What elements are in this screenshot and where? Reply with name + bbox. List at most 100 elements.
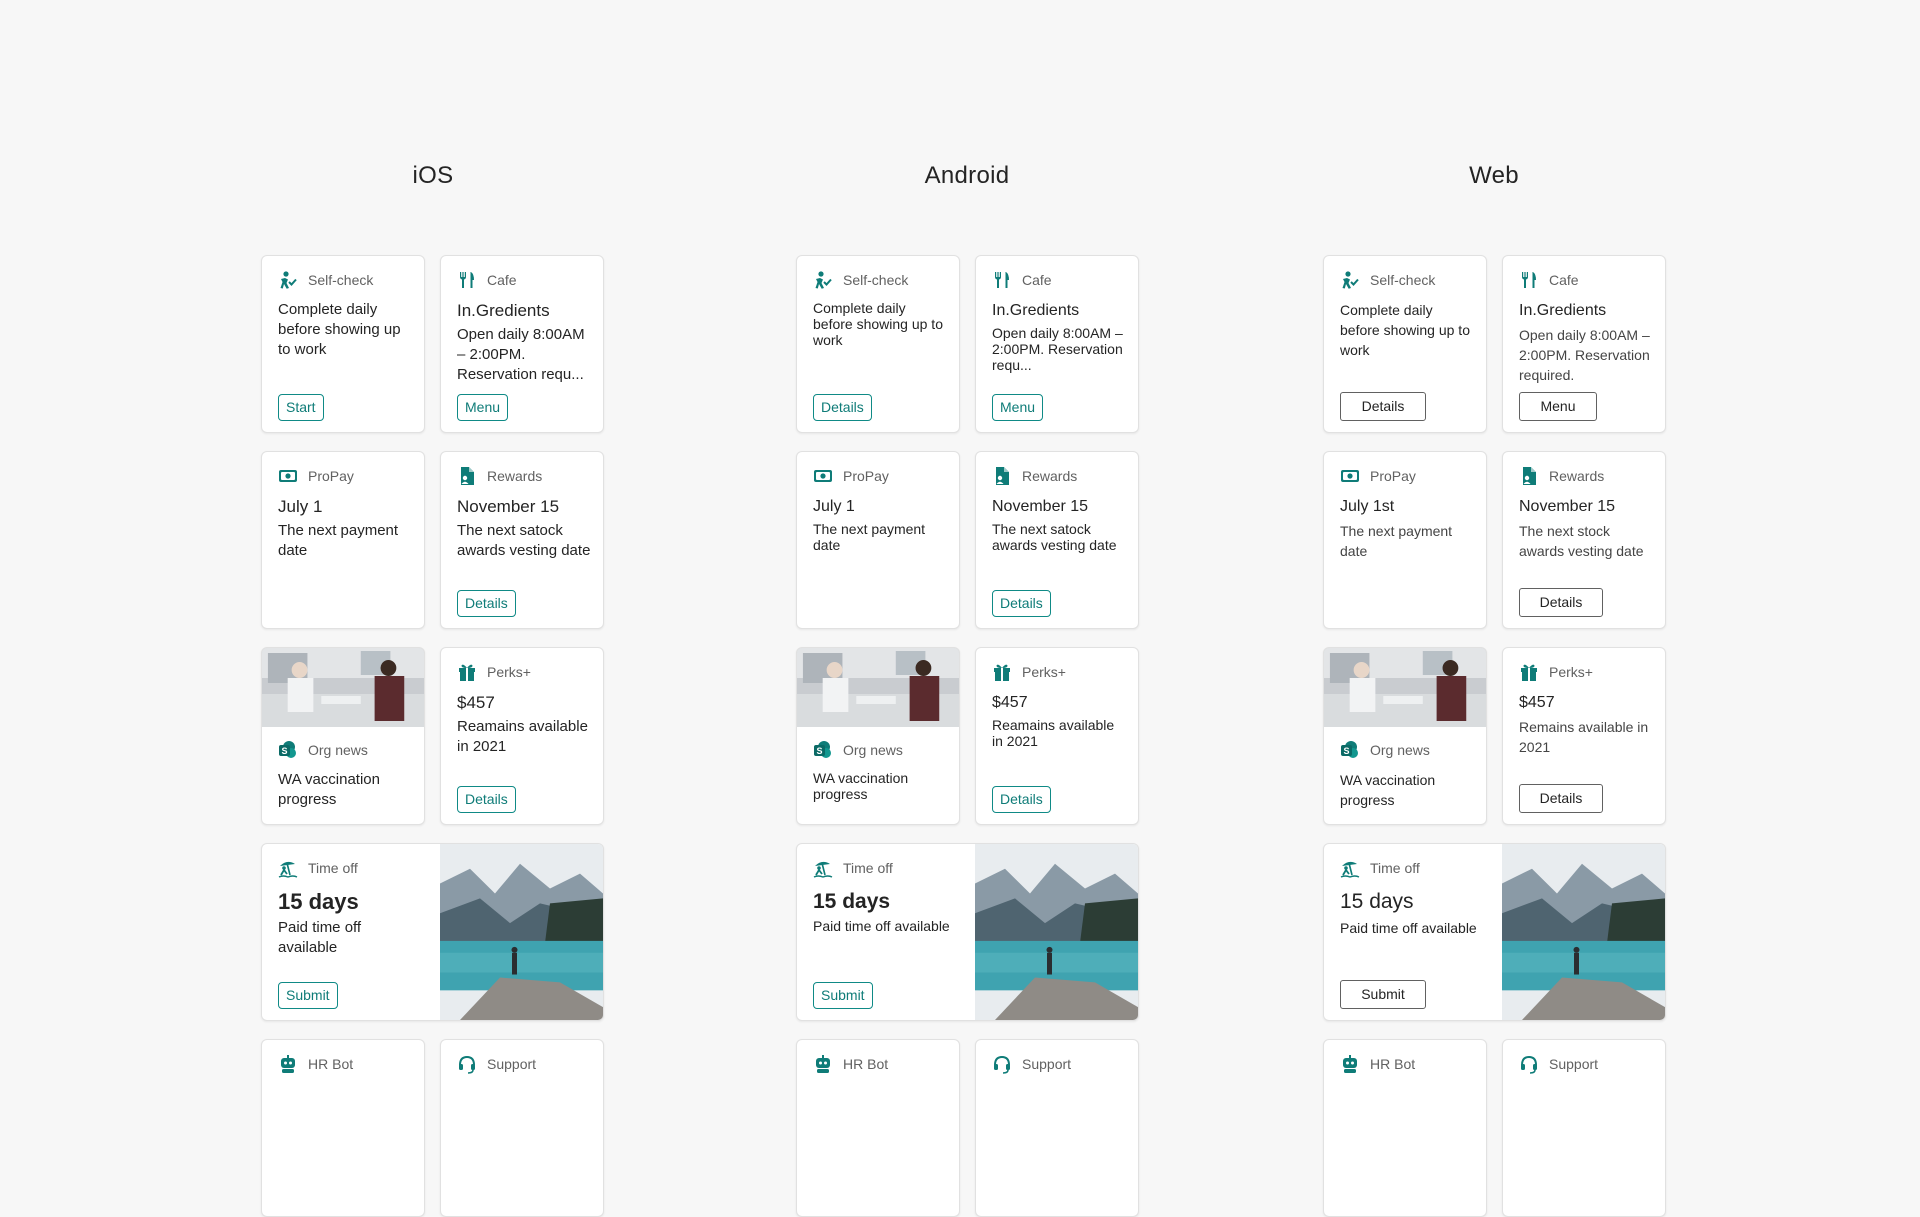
propay-card[interactable]: ProPay July 1st The next payment date [1323, 451, 1487, 629]
details-button[interactable]: Details [992, 786, 1051, 813]
card-category: Perks+ [1549, 664, 1593, 680]
bot-icon [278, 1054, 298, 1074]
column-title: Web [1469, 162, 1519, 189]
timeoff-card[interactable]: Time off 15 days Paid time off available… [261, 843, 604, 1021]
propay-card[interactable]: ProPay July 1 The next payment date [796, 451, 960, 629]
hrbot-card[interactable]: HR Bot [1323, 1039, 1487, 1217]
rewards-card[interactable]: Rewards November 15 The next satock awar… [440, 451, 604, 629]
card-category: ProPay [308, 468, 354, 484]
cafe-card[interactable]: Cafe In.Gredients Open daily 8:00AM – 2:… [440, 255, 604, 433]
card-category: HR Bot [1370, 1056, 1416, 1072]
card-header: Rewards [457, 465, 542, 487]
start-button[interactable]: Start [278, 394, 324, 421]
sharepoint-icon: S [278, 740, 298, 760]
menu-button[interactable]: Menu [1519, 392, 1597, 421]
orgnews-card[interactable]: S Org news WA vaccination progress [796, 647, 960, 825]
support-card[interactable]: Support [440, 1039, 604, 1217]
card-title: In.Gredients [1519, 302, 1607, 319]
money-icon [278, 466, 298, 486]
card-title: November 15 [1519, 498, 1616, 515]
card-text: WA vaccination progress [1340, 772, 1436, 808]
card-title: $457 [992, 694, 1028, 711]
submit-button[interactable]: Submit [813, 982, 873, 1009]
card-category: ProPay [1370, 468, 1416, 484]
submit-button[interactable]: Submit [1340, 980, 1426, 1009]
rewards-card[interactable]: Rewards November 15 The next stock award… [1502, 451, 1666, 629]
card-title: November 15 [457, 497, 560, 516]
cafe-card[interactable]: Cafe In.Gredients Open daily 8:00AM – 2:… [1502, 255, 1666, 433]
card-category: Self-check [308, 272, 374, 288]
menu-button[interactable]: Menu [457, 394, 509, 421]
propay-card[interactable]: ProPay July 1 The next payment date [261, 451, 425, 629]
bot-icon [1340, 1054, 1360, 1074]
details-button[interactable]: Details [457, 590, 516, 617]
card-text: The next satock awards vesting date [457, 522, 591, 559]
details-button[interactable]: Details [1519, 784, 1603, 813]
headset-icon [1519, 1054, 1539, 1074]
card-category: Cafe [487, 272, 517, 288]
details-button[interactable]: Details [1340, 392, 1426, 421]
card-text: WA vaccination progress [813, 770, 909, 802]
card-title: July 1 [813, 498, 855, 515]
card-header: Self-check [813, 269, 908, 291]
card-text: Paid time off available [278, 919, 362, 956]
money-icon [1340, 466, 1360, 486]
card-text: Open daily 8:00AM – 2:00PM. Reservation … [992, 325, 1123, 373]
support-card[interactable]: Support [975, 1039, 1139, 1217]
details-button[interactable]: Details [813, 394, 872, 421]
clinic-photo [1324, 648, 1486, 727]
timeoff-card[interactable]: Time off 15 days Paid time off available… [1323, 843, 1666, 1021]
card-header: Time off [278, 857, 358, 879]
gift-icon [992, 662, 1012, 682]
card-header: S Org news [1340, 739, 1430, 761]
selfcheck-card[interactable]: Self-check Complete daily before showing… [261, 255, 425, 433]
svg-text:S: S [281, 746, 287, 756]
card-category: Rewards [1549, 468, 1605, 484]
card-category: Perks+ [487, 664, 531, 680]
card-category: Support [1549, 1056, 1599, 1072]
timeoff-card[interactable]: Time off 15 days Paid time off available… [796, 843, 1139, 1021]
card-category: Support [1022, 1056, 1072, 1072]
card-category: Cafe [1022, 272, 1052, 288]
selfcheck-card[interactable]: Self-check Complete daily before showing… [1323, 255, 1487, 433]
perks-card[interactable]: Perks+ $457 Remains available in 2021 De… [1502, 647, 1666, 825]
card-category: Org news [308, 742, 368, 758]
card-header: HR Bot [1340, 1053, 1415, 1075]
details-button[interactable]: Details [992, 590, 1051, 617]
card-text: Complete daily before showing up to work [1340, 302, 1470, 358]
headset-icon [992, 1054, 1012, 1074]
perks-card[interactable]: Perks+ $457 Reamains available in 2021 D… [975, 647, 1139, 825]
card-category: Org news [1370, 742, 1430, 758]
menu-button[interactable]: Menu [992, 394, 1044, 421]
card-category: ProPay [843, 468, 889, 484]
card-header: Rewards [1519, 465, 1604, 487]
hrbot-card[interactable]: HR Bot [261, 1039, 425, 1217]
card-title: In.Gredients [992, 302, 1080, 319]
headset-icon [457, 1054, 477, 1074]
details-button[interactable]: Details [1519, 588, 1603, 617]
card-header: Time off [813, 857, 893, 879]
card-header: ProPay [278, 465, 354, 487]
rewards-card[interactable]: Rewards November 15 The next satock awar… [975, 451, 1139, 629]
cafe-card[interactable]: Cafe In.Gredients Open daily 8:00AM – 2:… [975, 255, 1139, 433]
card-text: Remains available in 2021 [1519, 719, 1649, 755]
sharepoint-icon: S [813, 740, 833, 760]
hrbot-card[interactable]: HR Bot [796, 1039, 960, 1217]
submit-button[interactable]: Submit [278, 982, 338, 1009]
card-header: S Org news [278, 739, 368, 761]
card-header: Perks+ [1519, 661, 1593, 683]
selfcheck-card[interactable]: Self-check Complete daily before showing… [796, 255, 960, 433]
lake-photo [440, 844, 603, 1020]
clinic-photo [262, 648, 424, 727]
card-header: Perks+ [992, 661, 1066, 683]
orgnews-card[interactable]: S Org news WA vaccination progress [261, 647, 425, 825]
perks-card[interactable]: Perks+ $457 Reamains available in 2021 D… [440, 647, 604, 825]
card-header: Support [1519, 1053, 1598, 1075]
support-card[interactable]: Support [1502, 1039, 1666, 1217]
card-text: The next satock awards vesting date [992, 521, 1117, 553]
details-button[interactable]: Details [457, 786, 516, 813]
orgnews-card[interactable]: S Org news WA vaccination progress [1323, 647, 1487, 825]
card-category: Rewards [487, 468, 543, 484]
card-header: Cafe [992, 269, 1052, 291]
card-title: July 1st [1340, 498, 1395, 515]
